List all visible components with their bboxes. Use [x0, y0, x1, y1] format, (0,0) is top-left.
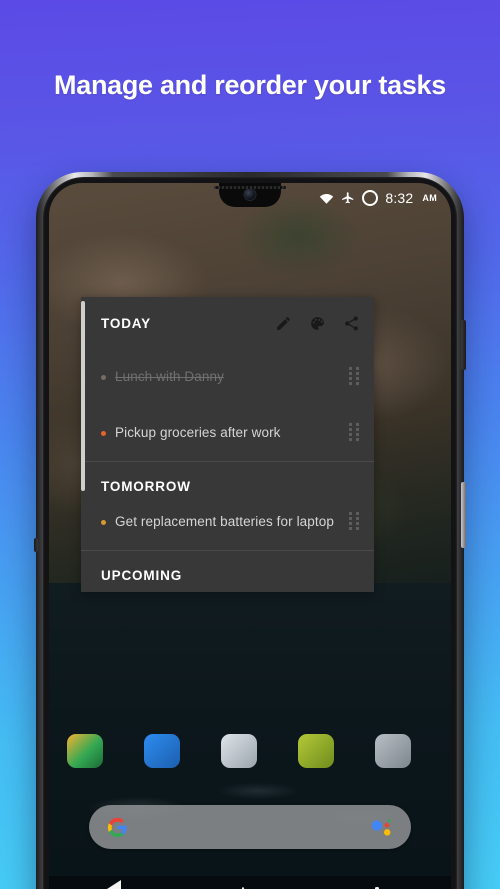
- volume-button[interactable]: [461, 320, 466, 370]
- wifi-icon: [320, 193, 334, 204]
- power-button[interactable]: [461, 482, 466, 548]
- section-title-upcoming: UPCOMING: [101, 568, 183, 583]
- battery-circle-icon: [362, 190, 379, 206]
- task-row[interactable]: Lunch with Danny: [81, 349, 374, 405]
- google-assistant-icon: [371, 818, 391, 836]
- google-search-bar[interactable]: [89, 805, 411, 849]
- task-row[interactable]: Pickup groceries after work: [81, 405, 374, 461]
- task-row[interactable]: Plan weekend trip with kids: [81, 583, 374, 592]
- front-camera-icon: [244, 189, 256, 200]
- task-label: Get replacement batteries for laptop: [115, 513, 334, 529]
- drag-handle-icon[interactable]: [349, 512, 360, 532]
- share-icon[interactable]: [343, 315, 360, 332]
- palette-icon[interactable]: [309, 315, 326, 332]
- phone-mockup: 8:32 AM TODAY Lunch with Danny Pickup gr…: [34, 172, 466, 889]
- airplane-mode-icon: [342, 192, 354, 204]
- task-label: Pickup groceries after work: [115, 424, 281, 440]
- promo-title: Manage and reorder your tasks: [54, 70, 446, 100]
- app-icon[interactable]: [221, 734, 257, 768]
- task-bullet-icon: [101, 519, 106, 525]
- task-row[interactable]: Get replacement batteries for laptop: [81, 494, 374, 550]
- promo-screenshot: Manage and reorder your tasks 8:32 AM TO…: [0, 0, 500, 889]
- app-icon-row: [49, 734, 451, 768]
- edit-icon[interactable]: [275, 315, 292, 332]
- left-side-button[interactable]: [34, 538, 38, 552]
- app-icon[interactable]: [144, 734, 180, 768]
- android-navigation-bar: [49, 876, 451, 889]
- status-bar-meridiem: AM: [422, 193, 437, 203]
- widget-header-actions: [275, 315, 360, 332]
- google-g-icon: [107, 817, 127, 837]
- tasks-widget-card: TODAY Lunch with Danny Pickup groceries …: [81, 297, 374, 592]
- widget-header-title: TODAY: [101, 315, 152, 331]
- app-icon[interactable]: [298, 734, 334, 768]
- section-title-tomorrow: TOMORROW: [101, 479, 191, 494]
- phone-screen: 8:32 AM TODAY Lunch with Danny Pickup gr…: [49, 183, 451, 889]
- earpiece-speaker: [214, 186, 286, 189]
- task-bullet-icon: [101, 430, 106, 436]
- task-bullet-icon: [101, 374, 106, 380]
- app-icon[interactable]: [67, 734, 103, 768]
- drag-handle-icon[interactable]: [349, 367, 360, 387]
- status-bar-time: 8:32: [385, 190, 414, 206]
- task-label: Lunch with Danny: [115, 368, 224, 384]
- widget-header: TODAY: [81, 297, 374, 349]
- drag-handle-icon[interactable]: [349, 423, 360, 443]
- app-icon[interactable]: [375, 734, 411, 768]
